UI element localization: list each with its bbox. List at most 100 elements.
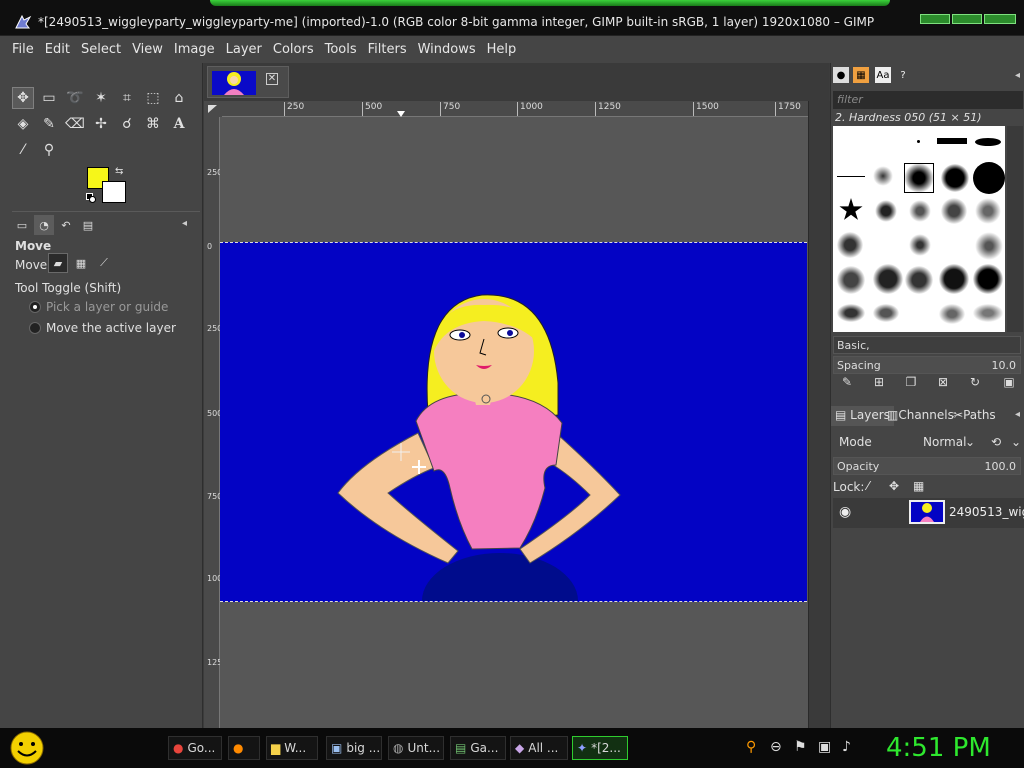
taskbar-item-image-viewer[interactable]: ▣ big ... [326,736,382,760]
lock-position-icon[interactable]: ✥ [889,479,899,493]
taskbar-item-gimp[interactable]: ✦ *[2... [572,736,628,760]
taskbar-label: *[2... [591,741,621,755]
undo-history-tab-icon[interactable]: ↶ [56,215,76,235]
window-titlebar[interactable]: *[2490513_wiggleyparty_wiggleyparty-me] … [0,0,1024,36]
ruler-label: 500 [365,102,383,112]
visibility-eye-icon[interactable]: ◉ [839,504,851,520]
tab-paths[interactable]: ✂Paths [949,406,1000,426]
bucket-fill-tool-icon[interactable]: ◈ [12,113,34,135]
mode-switch-icon[interactable]: ⟲ [991,435,1001,449]
swap-colors-icon[interactable]: ⇆ [115,166,123,177]
move-active-layer-radio[interactable] [29,322,41,334]
paintbrush-tool-icon[interactable]: ✎ [38,113,60,135]
crop-tool-icon[interactable]: ⌗ [116,87,138,109]
delete-brush-icon[interactable]: ⊠ [935,375,951,391]
start-smiley-icon[interactable] [8,730,46,766]
menu-help[interactable]: Help [487,42,517,57]
opacity-value: 100.0 [984,460,1017,473]
image-tab[interactable]: ✕ [207,66,289,98]
image-canvas[interactable] [220,242,807,602]
mode-dropdown-icon[interactable]: ⌄ [965,435,975,449]
fonts-tab-icon[interactable]: Aa [875,67,891,83]
eraser-tool-icon[interactable]: ⌫ [64,113,86,135]
taskbar-item-all[interactable]: ◆ All ... [510,736,568,760]
minimize-button[interactable] [920,14,950,24]
spacing-slider[interactable]: Spacing 10.0 [833,356,1021,374]
refresh-brushes-icon[interactable]: ↻ [967,375,983,391]
layers-menu-icon[interactable]: ◂ [1015,409,1020,420]
tab-channels[interactable]: ▥Channels [883,406,958,426]
clone-tool-icon[interactable]: ✢ [90,113,112,135]
tool-options-tab-icon[interactable]: ▭ [12,215,32,235]
menu-tools[interactable]: Tools [325,42,357,57]
volume-icon[interactable]: ♪ [842,739,851,755]
warp-tool-icon[interactable]: ⌂ [168,87,190,109]
rect-select-tool-icon[interactable]: ▭ [38,87,60,109]
mode-select[interactable]: Normal [923,435,966,449]
lock-alpha-icon[interactable]: ▦ [913,479,924,493]
close-button[interactable] [984,14,1016,24]
network-icon[interactable]: ▣ [818,739,831,755]
vertical-ruler[interactable]: 250 0 250 500 750 1000 1250 [204,117,227,728]
smudge-tool-icon[interactable]: ☌ [116,113,138,135]
document-history-tab-icon[interactable]: ? [895,67,911,83]
panel-menu-icon[interactable]: ◂ [182,218,187,229]
taskbar-item-games[interactable]: ▤ Ga... [450,736,506,760]
taskbar-item-untitled[interactable]: ◍ Unt... [388,736,444,760]
flag-icon[interactable]: ⚑ [794,739,807,755]
ruler-label: 750 [207,492,223,501]
clock[interactable]: 4:51 PM [886,733,991,763]
brush-grid-scrollbar[interactable] [1007,126,1023,332]
layer-row[interactable]: ◉ 2490513_wiggle [833,498,1024,528]
taskbar-item-chrome[interactable]: ● Go... [168,736,222,760]
move-selection-mode-icon[interactable]: ▦ [71,253,91,273]
text-tool-icon[interactable]: A [168,113,190,135]
patterns-tab-icon[interactable]: ▦ [853,67,869,83]
menu-view[interactable]: View [132,42,163,57]
move-path-mode-icon[interactable]: ⟋ [94,253,114,273]
images-tab-icon[interactable]: ▤ [78,215,98,235]
dock-menu-icon[interactable]: ◂ [1015,70,1020,81]
menu-select[interactable]: Select [81,42,121,57]
color-picker-tool-icon[interactable]: ⁄ [12,139,34,161]
menu-colors[interactable]: Colors [273,42,314,57]
unified-transform-tool-icon[interactable]: ⬚ [142,87,164,109]
menu-layer[interactable]: Layer [226,42,262,57]
menu-edit[interactable]: Edit [45,42,70,57]
lasso-tool-icon[interactable]: ➰ [64,87,86,109]
menu-windows[interactable]: Windows [418,42,476,57]
device-status-tab-icon[interactable]: ◔ [34,215,54,235]
new-brush-icon[interactable]: ⊞ [871,375,887,391]
search-icon[interactable]: ⚲ [746,739,756,755]
brush-grid[interactable] [833,126,1005,332]
taskbar-item-firefox[interactable]: ● [228,736,260,760]
paths-tool-icon[interactable]: ⌘ [142,113,164,135]
zoom-tool-icon[interactable]: ⚲ [38,139,60,161]
brushes-tab-icon[interactable]: ● [833,67,849,83]
move-tool-icon[interactable]: ✥ [12,87,34,109]
menu-image[interactable]: Image [174,42,215,57]
taskbar-item-folder[interactable]: ▆ W... [266,736,318,760]
vertical-scrollbar[interactable] [808,101,830,728]
menu-file[interactable]: File [12,42,34,57]
move-cursor-icon [412,460,426,474]
open-brush-as-image-icon[interactable]: ▣ [1001,375,1017,391]
brush-filter-input[interactable]: filter [833,91,1023,109]
opacity-slider[interactable]: Opacity 100.0 [833,457,1021,475]
move-layer-mode-icon[interactable]: ▰ [48,253,68,273]
maximize-button[interactable] [952,14,982,24]
pick-layer-radio[interactable] [29,301,41,313]
background-color-swatch[interactable] [102,181,126,203]
horizontal-ruler[interactable]: 250 500 750 1000 1250 1500 1750 [222,101,808,117]
lock-pixels-icon[interactable]: ⁄ [867,479,869,493]
brush-tag-field[interactable]: Basic, [833,336,1021,354]
minus-icon[interactable]: ⊖ [770,739,782,755]
gimp-app-icon [15,14,32,29]
menu-filters[interactable]: Filters [368,42,407,57]
fuzzy-select-tool-icon[interactable]: ✶ [90,87,112,109]
close-tab-icon[interactable]: ✕ [266,73,278,85]
edit-brush-icon[interactable]: ✎ [839,375,855,391]
duplicate-brush-icon[interactable]: ❐ [903,375,919,391]
default-colors-icon[interactable] [86,193,96,203]
mode-switch-dropdown-icon[interactable]: ⌄ [1011,435,1021,449]
